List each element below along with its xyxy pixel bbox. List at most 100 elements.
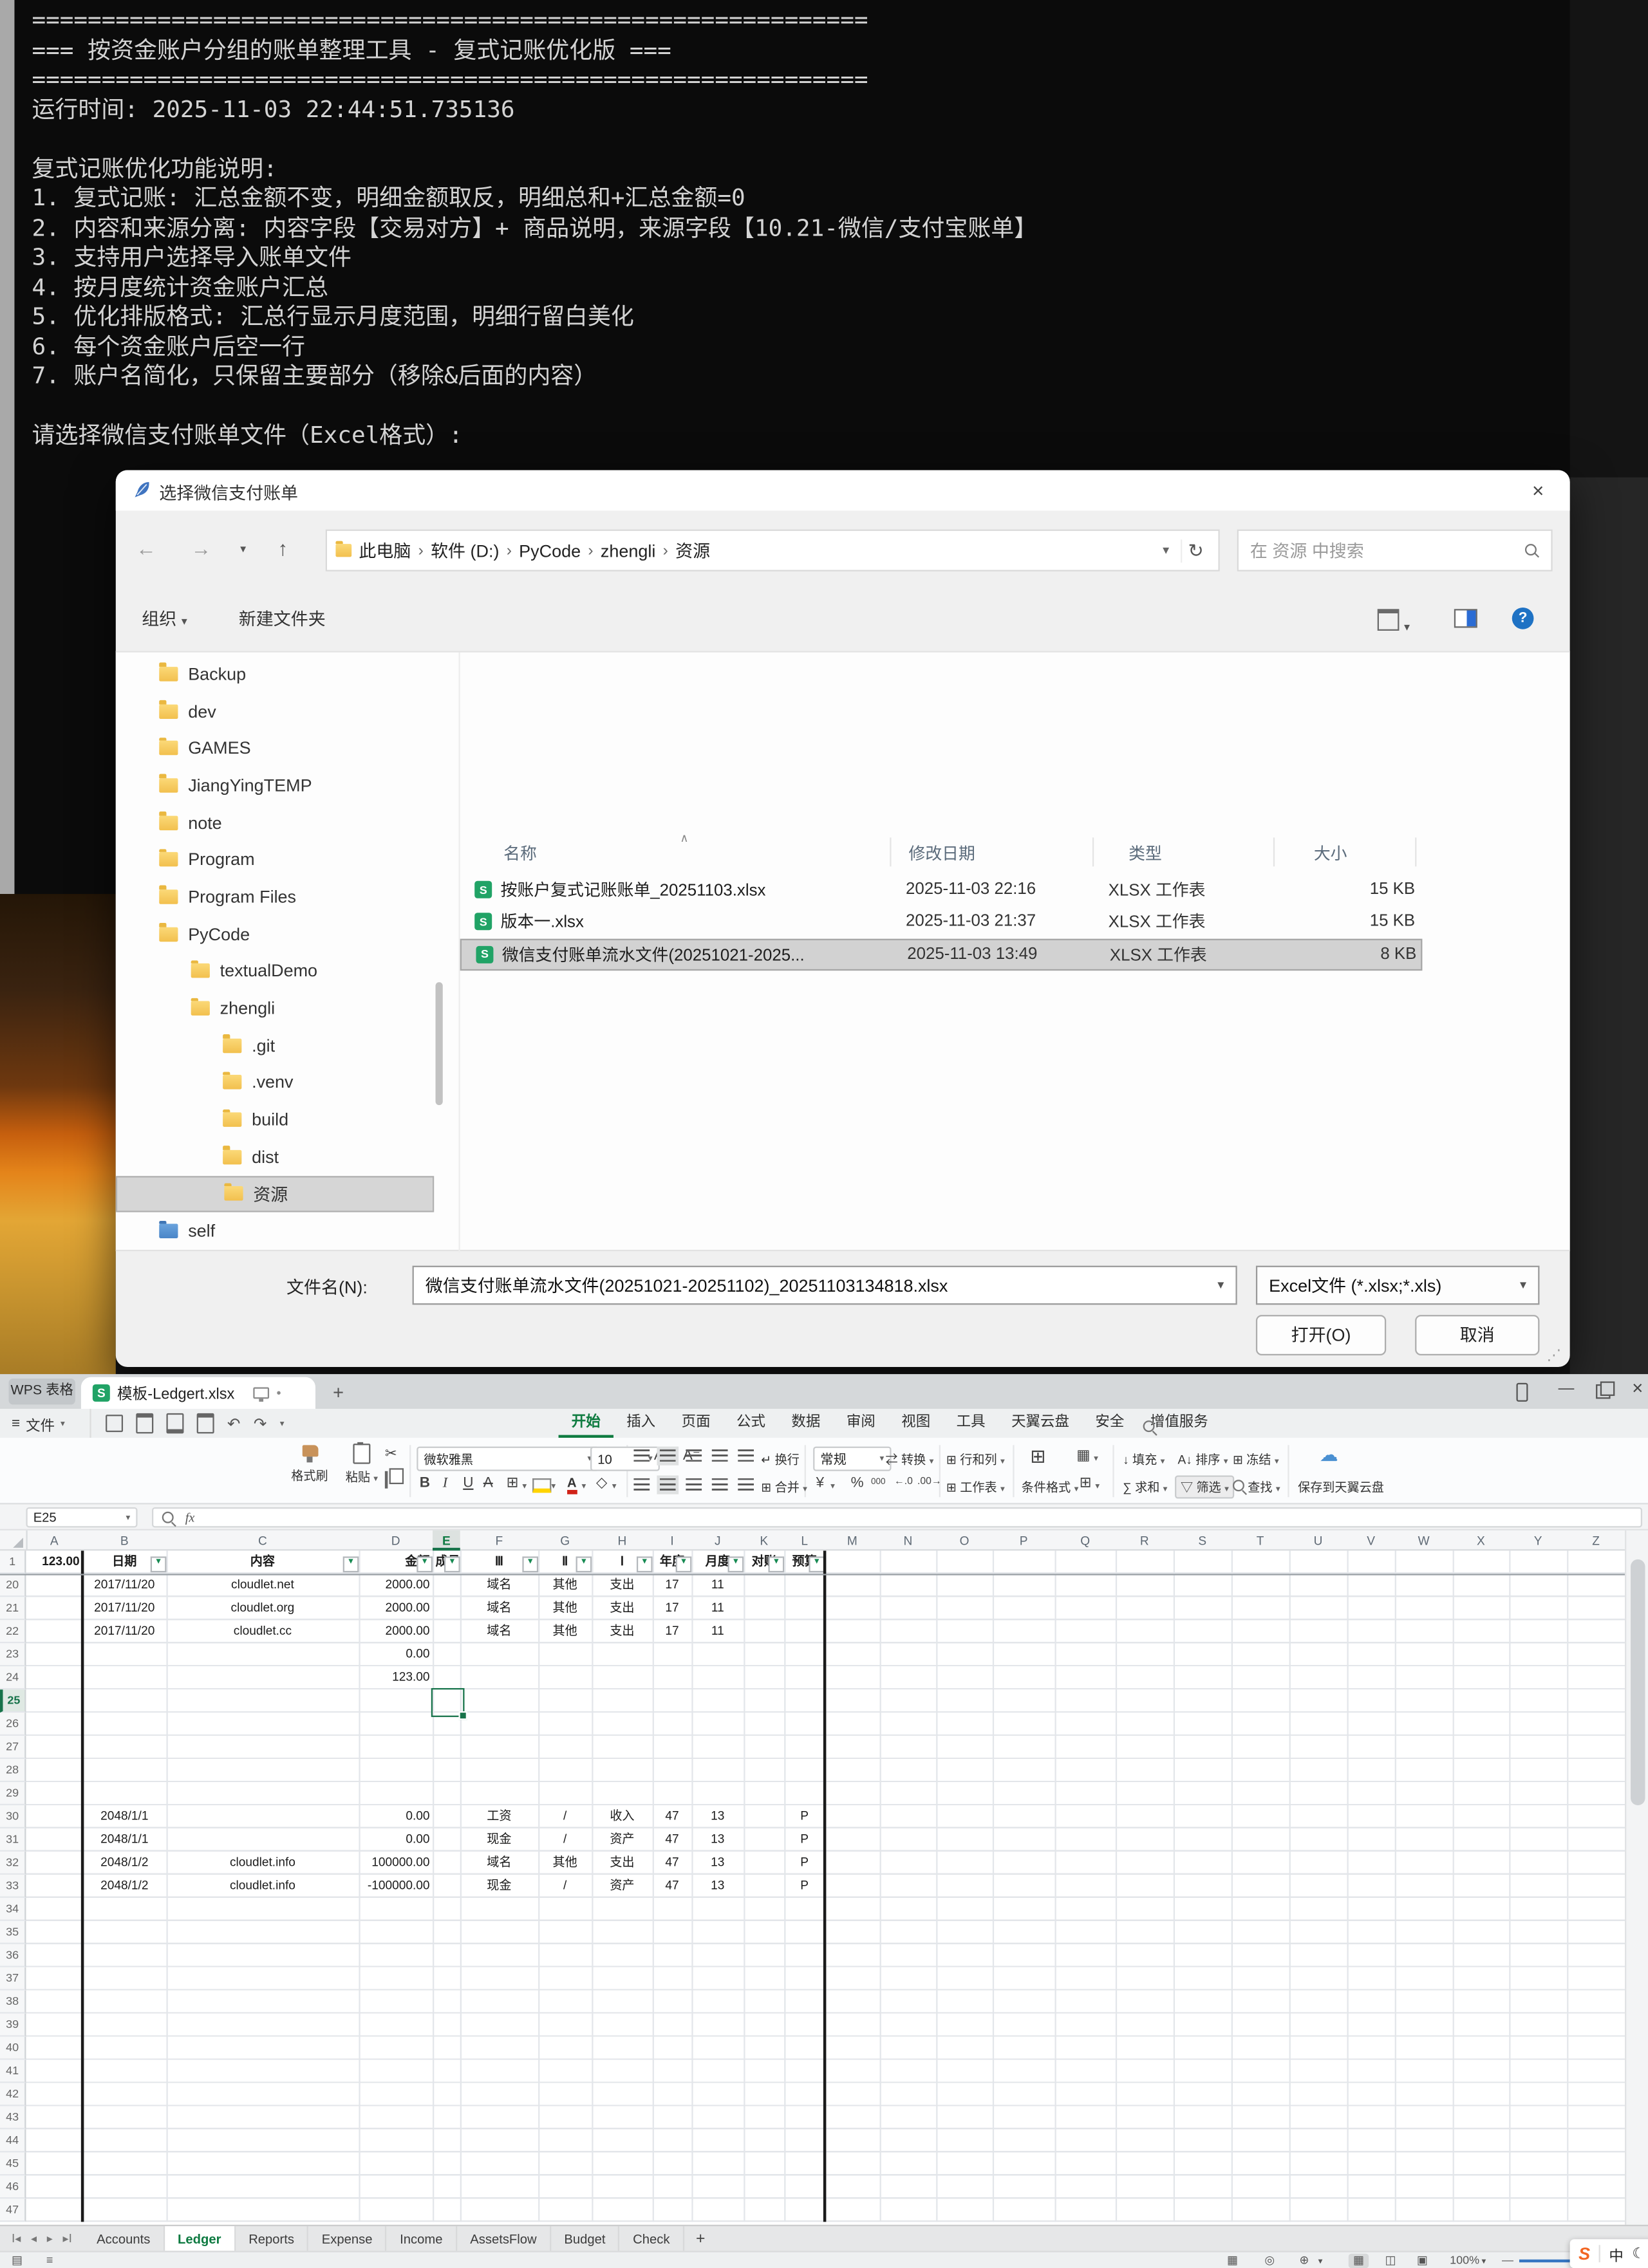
decrease-indent-icon[interactable] (712, 1449, 728, 1462)
forward-icon[interactable]: → (191, 537, 211, 560)
macro-status-icon[interactable]: ▤ (12, 2254, 23, 2267)
underline-icon[interactable]: U (463, 1476, 473, 1493)
cell-J22[interactable]: 11 (691, 1620, 744, 1643)
col-header-G[interactable]: G (538, 1530, 592, 1550)
up-icon[interactable]: ↑ (278, 537, 288, 560)
reading-mode-icon[interactable]: ◎ (1264, 2254, 1275, 2267)
rows-cols-button[interactable]: ⊞ 行和列 ▾ (946, 1451, 1005, 1468)
moon-icon[interactable]: ☾ (1632, 2245, 1645, 2262)
convert-button[interactable]: ⇄ 转换 ▾ (886, 1451, 934, 1468)
cell-I21[interactable]: 17 (653, 1597, 692, 1620)
address-bar[interactable]: 此电脑›软件 (D:)›PyCode›zhengli›资源 ▾ ↻ (326, 530, 1220, 572)
find-button[interactable]: 查找 ▾ (1233, 1478, 1280, 1496)
col-header-A[interactable]: A (26, 1530, 82, 1550)
sidebar-item-.git[interactable]: .git (116, 1027, 434, 1064)
filter-button-L[interactable]: ▼ (809, 1556, 825, 1572)
quick-access-caret-icon[interactable]: ▾ (280, 1418, 285, 1429)
cell-L30[interactable]: P (784, 1805, 825, 1828)
cancel-button[interactable]: 取消 (1415, 1315, 1539, 1355)
cell-H30[interactable]: 收入 (592, 1805, 652, 1828)
add-decimal-icon[interactable]: ←.0 (894, 1477, 913, 1487)
sum-button[interactable]: ∑ 求和 ▾ (1123, 1478, 1167, 1496)
filter-button-J[interactable]: ▼ (728, 1556, 744, 1572)
justify-icon[interactable] (712, 1478, 728, 1491)
sidebar-item-Program Files[interactable]: Program Files (116, 878, 434, 916)
remove-decimal-icon[interactable]: .00→ (917, 1477, 942, 1487)
cell-F30[interactable]: 工资 (460, 1805, 538, 1828)
ime-language-icon[interactable]: 中 (1609, 2243, 1623, 2265)
sidebar-item-self[interactable]: self (116, 1213, 434, 1250)
row-header-1[interactable]: 1 (0, 1550, 26, 1574)
close-icon[interactable]: × (1518, 476, 1559, 505)
col-header-E[interactable]: E (433, 1530, 460, 1550)
cell-F32[interactable]: 域名 (460, 1852, 538, 1875)
breadcrumb-item[interactable]: 资源 (668, 538, 717, 562)
format-painter-button[interactable]: 格式刷 (284, 1445, 336, 1484)
border-style-icon[interactable]: ⊞ (1080, 1476, 1092, 1493)
cell-I33[interactable]: 47 (653, 1875, 692, 1898)
cell-F31[interactable]: 现金 (460, 1828, 538, 1852)
row-header-27[interactable]: 27 (0, 1736, 26, 1759)
filter-button-I[interactable]: ▼ (676, 1556, 692, 1572)
cell-H22[interactable]: 支出 (592, 1620, 652, 1643)
address-dropdown-icon[interactable]: ▾ (1151, 543, 1181, 559)
formula-input[interactable]: fx (152, 1507, 1642, 1527)
row-header-44[interactable]: 44 (0, 2129, 26, 2152)
sheet-tab-Ledger[interactable]: Ledger (165, 2226, 236, 2251)
col-header-K[interactable]: K (744, 1530, 784, 1550)
italic-icon[interactable]: I (443, 1476, 448, 1493)
dialog-title-bar[interactable]: 选择微信支付账单 × (116, 470, 1570, 510)
sidebar-item-Backup[interactable]: Backup (116, 655, 434, 692)
cell-G31[interactable]: / (538, 1828, 592, 1852)
col-header-O[interactable]: O (936, 1530, 993, 1550)
cloud-save-icon[interactable]: ☁ (1320, 1444, 1338, 1467)
name-box[interactable]: E25 ▾ (26, 1507, 137, 1527)
freeze-button[interactable]: ⊞ 冻结 ▾ (1233, 1451, 1279, 1468)
cell-I22[interactable]: 17 (653, 1620, 692, 1643)
col-header-L[interactable]: L (784, 1530, 825, 1550)
row-header-26[interactable]: 26 (0, 1713, 26, 1736)
align-left-icon[interactable] (633, 1478, 650, 1491)
sort-ascending-icon[interactable]: ∧ (680, 832, 688, 844)
zoom-caret-icon[interactable]: ▾ (1482, 2256, 1486, 2267)
cell-G33[interactable]: / (538, 1875, 592, 1898)
cell-L31[interactable]: P (784, 1828, 825, 1852)
cell-G22[interactable]: 其他 (538, 1620, 592, 1643)
first-sheet-icon[interactable]: Ⅰ◂ (12, 2232, 21, 2245)
col-header-J[interactable]: J (691, 1530, 744, 1550)
bold-icon[interactable]: B (420, 1476, 430, 1493)
table-tools-icon[interactable]: ▦ (1227, 2254, 1238, 2267)
cell-H20[interactable]: 支出 (592, 1574, 652, 1597)
column-header-type[interactable]: 类型 (1128, 842, 1162, 865)
align-right-icon[interactable] (686, 1478, 702, 1491)
open-button[interactable]: 打开(O) (1256, 1315, 1386, 1355)
command-search-icon[interactable] (1143, 1420, 1157, 1435)
cell-J32[interactable]: 13 (691, 1852, 744, 1875)
breadcrumb-item[interactable]: zhengli (594, 540, 663, 560)
menu-数据[interactable]: 数据 (778, 1409, 833, 1438)
cell-D30[interactable]: 0.00 (359, 1805, 433, 1828)
mobile-view-icon[interactable] (1516, 1383, 1528, 1406)
cell-J30[interactable]: 13 (691, 1805, 744, 1828)
cell-B21[interactable]: 2017/11/20 (82, 1597, 166, 1620)
next-sheet-icon[interactable]: ▸ (47, 2232, 53, 2245)
outline-status-icon[interactable]: ≡ (46, 2254, 53, 2267)
select-all-corner[interactable] (0, 1530, 28, 1550)
table-style-icon[interactable]: ⊞ (1030, 1448, 1046, 1465)
filter-button-K[interactable]: ▼ (768, 1556, 784, 1572)
cell-D31[interactable]: 0.00 (359, 1828, 433, 1852)
thousands-icon[interactable]: 000 (871, 1478, 886, 1487)
cell-style-icon[interactable]: ▦ (1076, 1448, 1090, 1465)
cell-F22[interactable]: 域名 (460, 1620, 538, 1643)
fill-button[interactable]: ↓ 填充 ▾ (1123, 1451, 1165, 1468)
cell-D22[interactable]: 2000.00 (359, 1620, 433, 1643)
sidebar-item-build[interactable]: build (116, 1101, 434, 1139)
sidebar-item-PyCode[interactable]: PyCode (116, 915, 434, 953)
wrap-text-button[interactable]: ↵ 换行 (761, 1451, 800, 1468)
col-header-P[interactable]: P (993, 1530, 1055, 1550)
zoom-level[interactable]: 100% (1450, 2254, 1479, 2267)
align-middle-icon[interactable] (660, 1449, 676, 1462)
resize-grip-icon[interactable]: ⋰ (1547, 1348, 1561, 1364)
sidebar-item-.venv[interactable]: .venv (116, 1064, 434, 1101)
copy-icon[interactable] (385, 1473, 388, 1487)
